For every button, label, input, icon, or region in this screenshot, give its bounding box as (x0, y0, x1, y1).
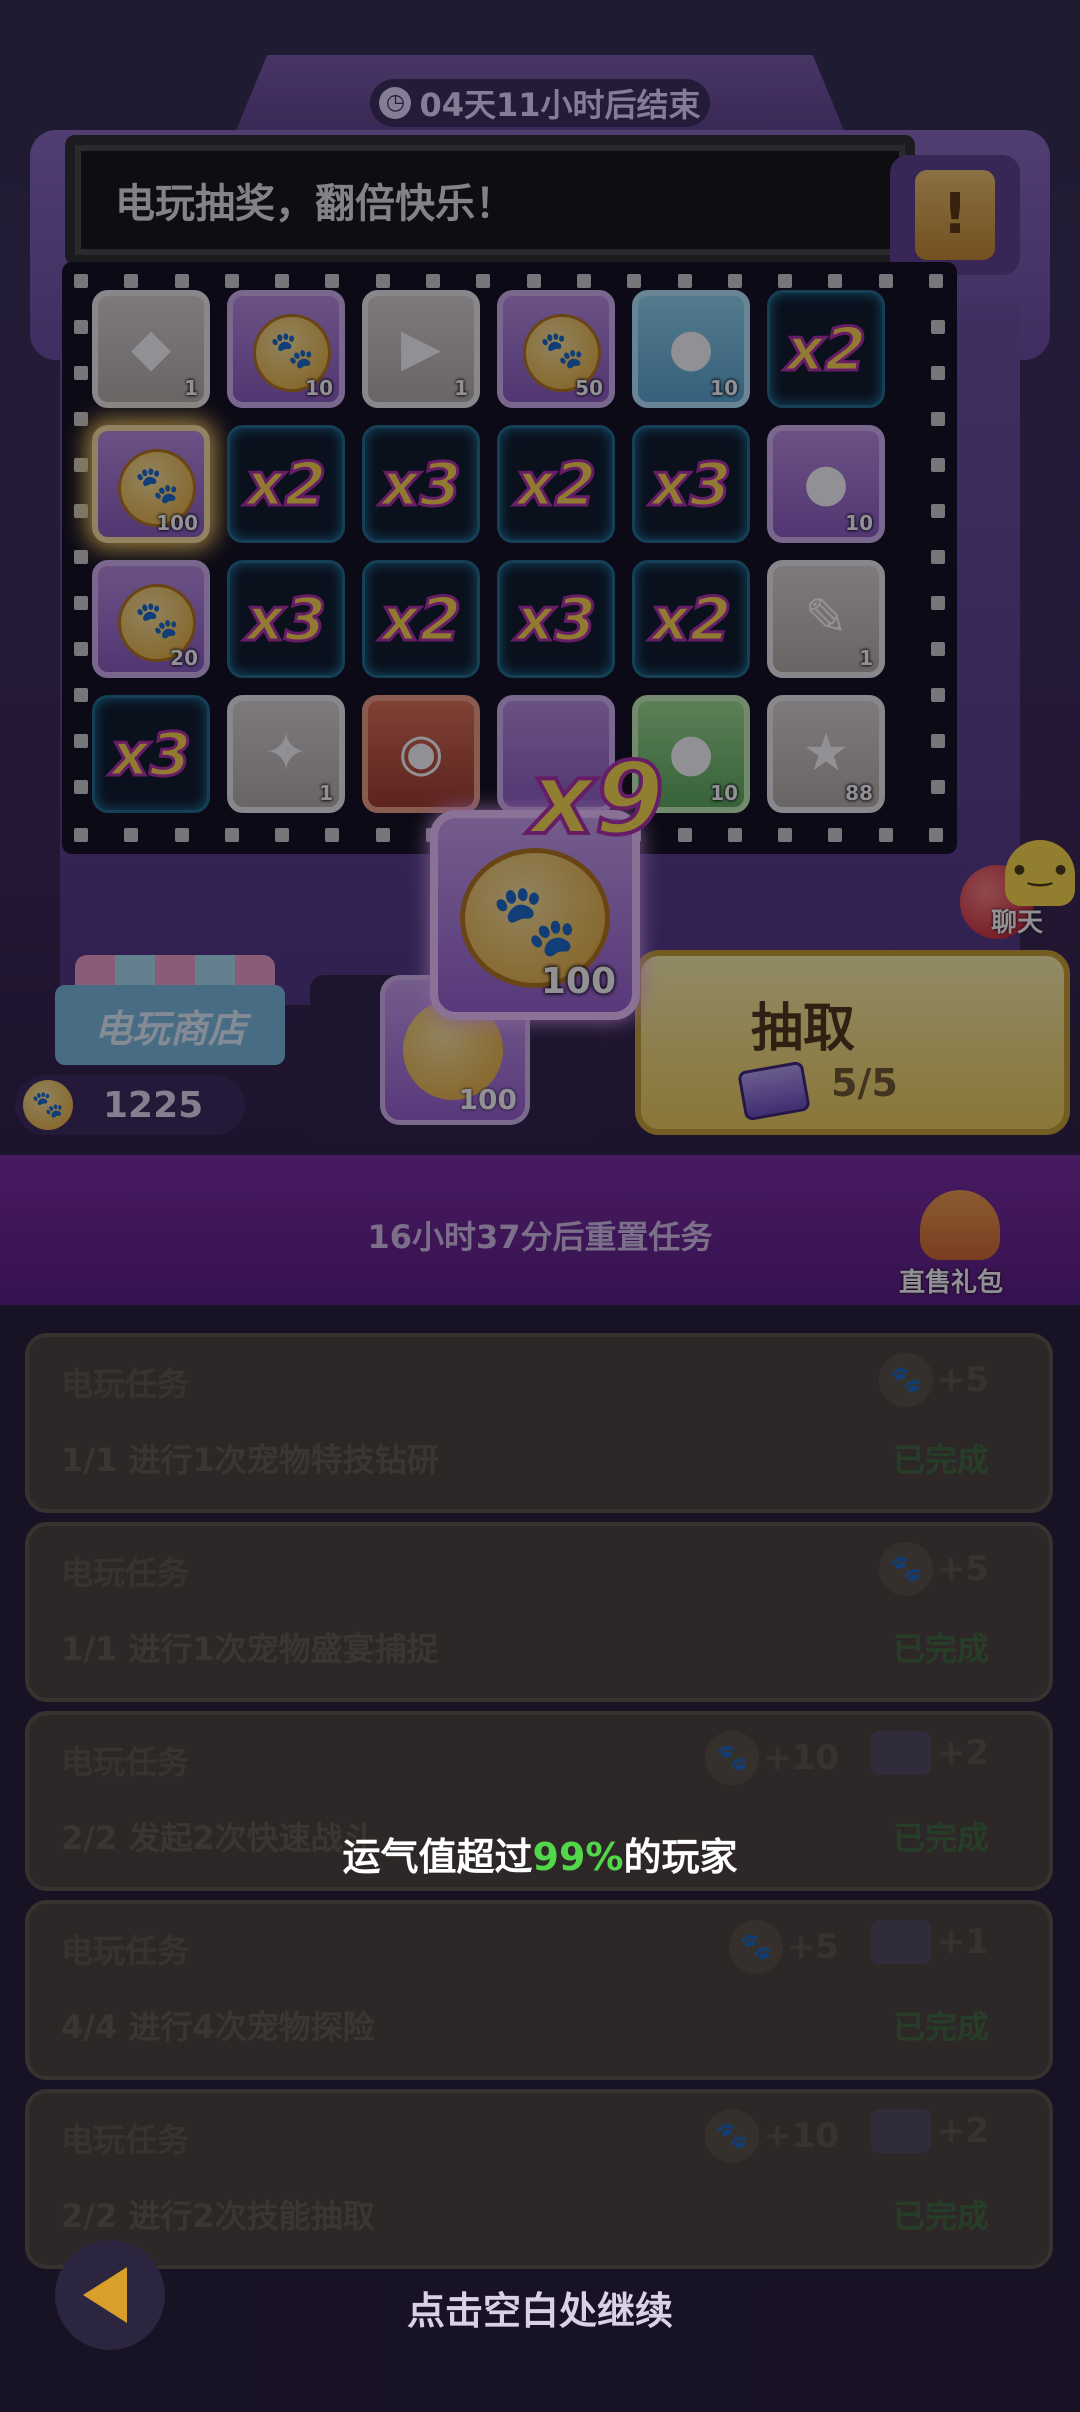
tap-to-continue: 点击空白处继续 (406, 2289, 673, 2333)
luck-prefix: 运气值超过 (342, 1835, 533, 1879)
luck-message: 运气值超过99%的玩家 (0, 1826, 1080, 1881)
luck-suffix: 的玩家 (623, 1835, 738, 1879)
result-overlay[interactable] (0, 0, 1080, 2412)
luck-percent: 99% (532, 1835, 624, 1879)
